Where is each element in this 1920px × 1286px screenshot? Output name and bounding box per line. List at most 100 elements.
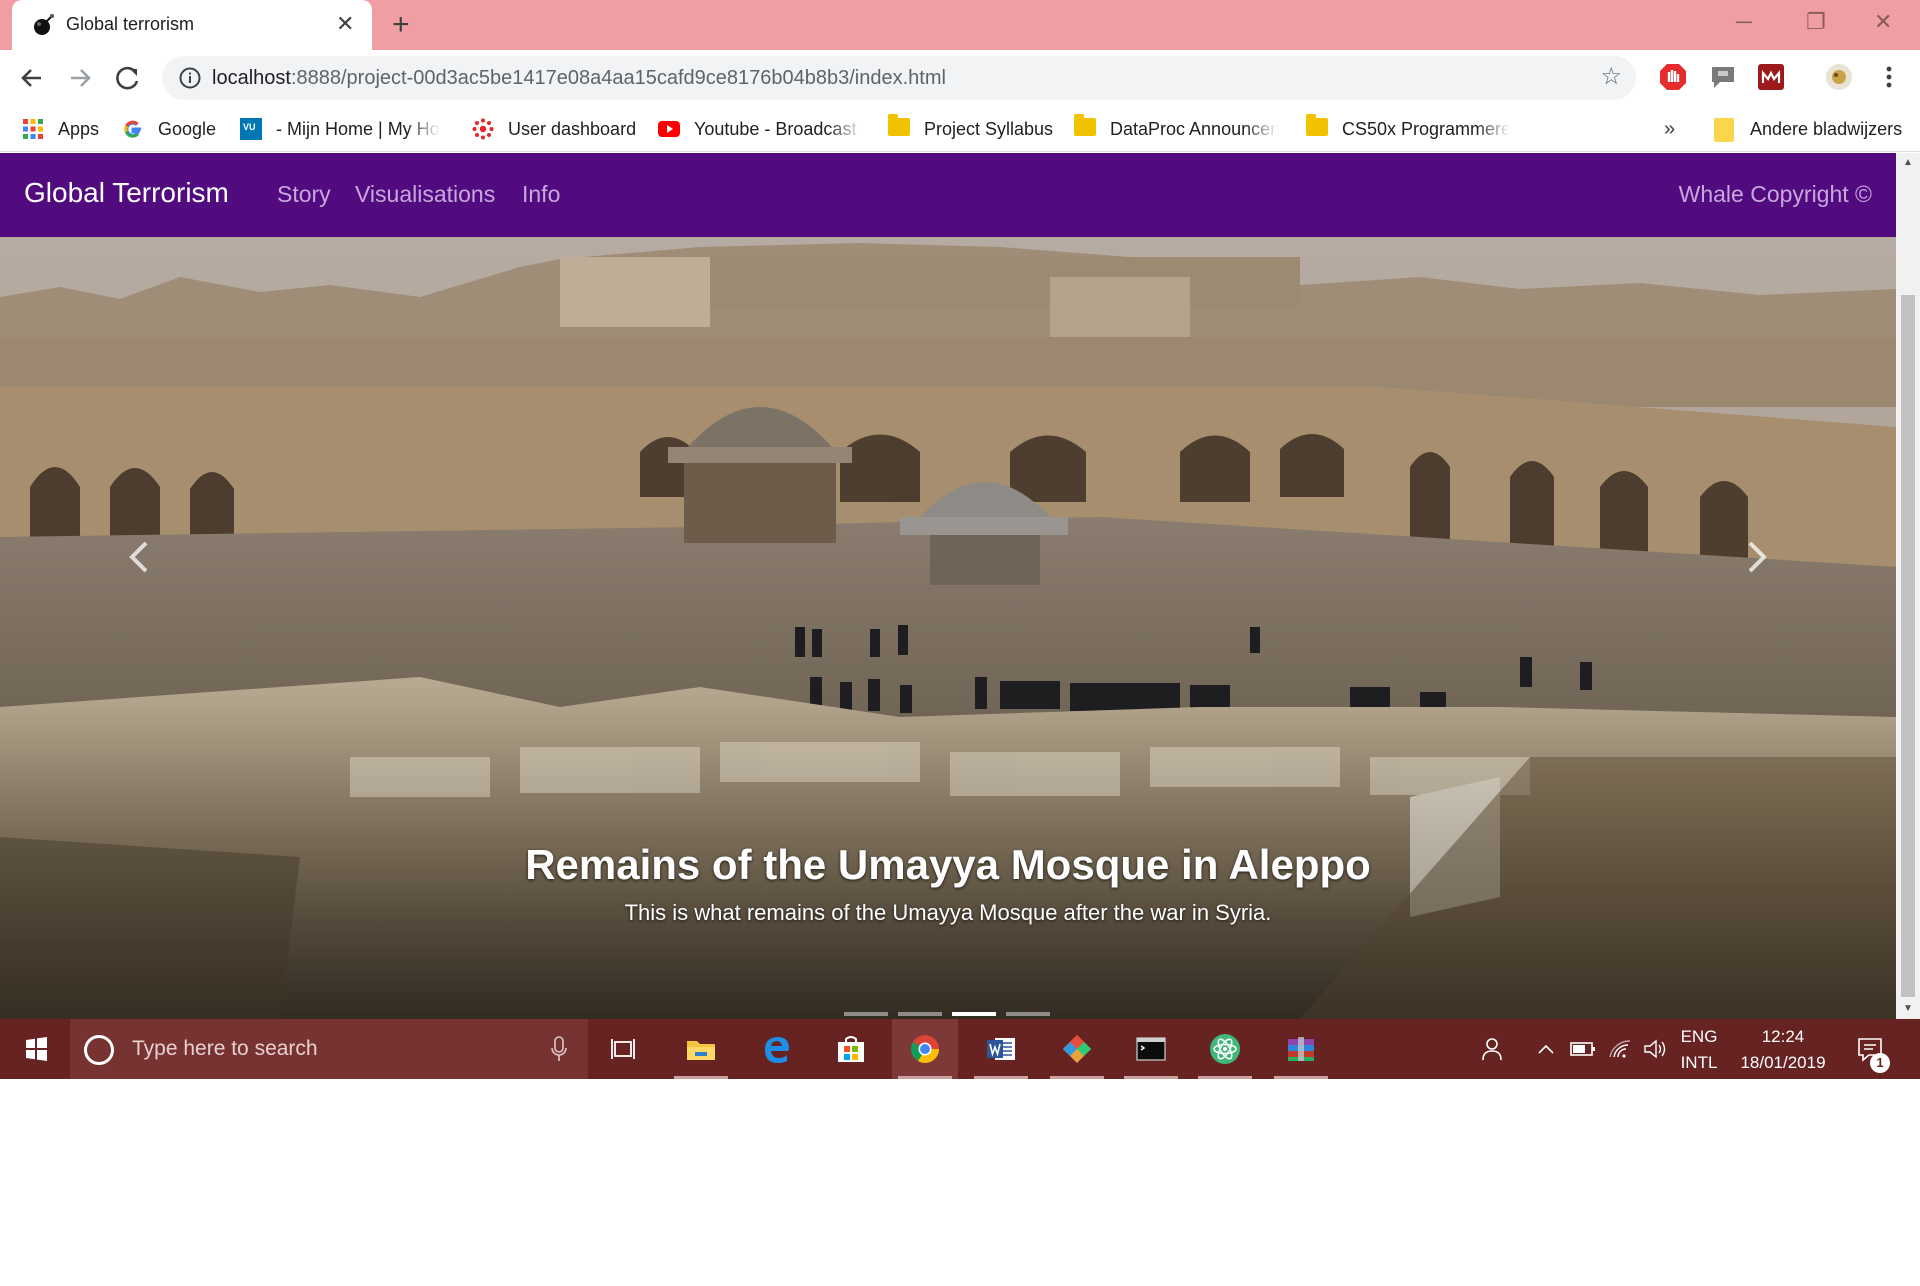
back-arrow-icon[interactable] — [14, 60, 50, 96]
site-copyright[interactable]: Whale Copyright © — [1679, 181, 1872, 208]
url-path: :8888/project-00d3ac5be1417e08a4aa15cafd… — [290, 67, 946, 89]
carousel-title: Remains of the Umayya Mosque in Aleppo — [525, 841, 1371, 888]
window-close-button[interactable]: ✕ — [1874, 8, 1892, 36]
wifi-icon[interactable] — [1608, 1037, 1632, 1061]
carousel-indicator[interactable] — [898, 1012, 942, 1016]
taskbar-search-box[interactable]: Type here to search — [70, 1019, 588, 1079]
bookmark-label: Andere bladwijzers — [1750, 118, 1903, 139]
taskbar-app-word[interactable] — [968, 1019, 1034, 1079]
folder-icon — [888, 114, 910, 140]
folder-icon — [687, 1041, 715, 1060]
carousel-indicators — [844, 1012, 1050, 1016]
bookmarks-bar: Apps Google VU - Mijn Home | My Ho User … — [0, 106, 1920, 152]
scroll-up-arrow-icon[interactable]: ▲ — [1896, 153, 1920, 173]
browser-tab-strip: Global terrorism ✕ + ─ ❐ ✕ — [0, 0, 1920, 50]
bookmark-label: Project Syllabus — [924, 118, 1054, 139]
word-icon — [987, 1038, 1015, 1060]
git-icon — [1063, 1035, 1091, 1063]
scrollbar-thumb[interactable] — [1901, 295, 1915, 997]
clock-date: 18/01/2019 — [1740, 1053, 1826, 1072]
taskbar-app-store[interactable] — [818, 1019, 884, 1079]
tab-title: Global terrorism — [66, 14, 195, 34]
carousel-indicator[interactable] — [1006, 1012, 1050, 1016]
bookmark-apps[interactable]: Apps — [22, 116, 99, 142]
taskbar-search-placeholder: Type here to search — [132, 1037, 318, 1060]
bookmark-dataproc[interactable]: DataProc Announcem — [1074, 114, 1278, 142]
url-text: localhost:8888/project-00d3ac5be1417e08a… — [212, 67, 946, 90]
carousel-indicator[interactable] — [844, 1012, 888, 1016]
windows-taskbar: Type here to search ENG INTL 12:24 18/01… — [0, 1019, 1920, 1079]
task-view-icon — [611, 1039, 635, 1059]
chevron-up-icon[interactable] — [1536, 1041, 1556, 1057]
input-language[interactable]: ENG INTL — [1676, 1019, 1722, 1079]
clock[interactable]: 12:24 18/01/2019 — [1728, 1019, 1838, 1079]
profile-avatar-icon[interactable] — [1824, 62, 1854, 92]
restore-button[interactable]: ❐ — [1806, 8, 1826, 36]
bookmark-user-dashboard[interactable]: User dashboard — [472, 116, 636, 142]
mendeley-extension-icon[interactable] — [1756, 62, 1786, 92]
browser-toolbar: localhost:8888/project-00d3ac5be1417e08a… — [0, 50, 1920, 106]
bookmark-mijn-home[interactable]: VU - Mijn Home | My Ho — [240, 116, 440, 142]
microphone-icon[interactable] — [550, 1035, 568, 1063]
page-scrollbar[interactable]: ▲ ▼ — [1896, 153, 1920, 1019]
adblock-extension-icon[interactable] — [1658, 62, 1688, 92]
reload-icon[interactable] — [110, 60, 146, 96]
bookmark-youtube[interactable]: Youtube - Broadcast Y — [658, 116, 862, 142]
bookmark-project-syllabus[interactable]: Project Syllabus — [888, 114, 1054, 142]
taskbar-app-terminal[interactable] — [1118, 1019, 1184, 1079]
taskbar-app-file-explorer[interactable] — [668, 1019, 734, 1079]
atom-icon — [1210, 1034, 1240, 1064]
bookmark-label: Youtube - Broadcast Y — [694, 118, 862, 139]
vu-logo-icon: VU — [240, 118, 262, 140]
taskbar-app-git[interactable] — [1044, 1019, 1110, 1079]
site-brand[interactable]: Global Terrorism — [24, 177, 229, 209]
battery-icon[interactable] — [1570, 1039, 1596, 1059]
nav-link-visualisations[interactable]: Visualisations — [355, 181, 495, 208]
youtube-icon — [658, 121, 680, 137]
taskbar-app-atom[interactable] — [1192, 1019, 1258, 1079]
taskbar-app-edge[interactable] — [744, 1019, 810, 1079]
cortana-icon — [84, 1035, 114, 1065]
taskbar-app-winrar[interactable] — [1268, 1019, 1334, 1079]
hero-carousel: Remains of the Umayya Mosque in Aleppo T… — [0, 237, 1896, 1019]
browser-tab[interactable]: Global terrorism ✕ — [12, 0, 372, 50]
taskbar-app-chrome[interactable] — [892, 1019, 958, 1079]
bookmark-google[interactable]: Google — [122, 116, 216, 142]
folder-icon — [1714, 118, 1736, 142]
forward-arrow-icon[interactable] — [62, 60, 98, 96]
volume-icon[interactable] — [1642, 1037, 1668, 1061]
address-bar[interactable]: localhost:8888/project-00d3ac5be1417e08a… — [162, 56, 1636, 100]
menu-dots-icon[interactable] — [1874, 62, 1904, 92]
carousel-next-icon[interactable] — [1726, 527, 1786, 587]
chat-extension-icon[interactable] — [1708, 62, 1738, 92]
nav-link-story[interactable]: Story — [277, 181, 331, 208]
blank-area — [0, 1079, 1920, 1286]
folder-icon — [1306, 114, 1328, 140]
bookmarks-overflow-chevron[interactable]: » — [1664, 116, 1675, 142]
page-viewport: Global Terrorism Story Visualisations In… — [0, 153, 1920, 1019]
carousel-prev-icon[interactable] — [110, 527, 170, 587]
bookmark-label: User dashboard — [508, 118, 637, 139]
windows-start-icon[interactable] — [14, 1033, 58, 1065]
carousel-indicator-active[interactable] — [952, 1012, 996, 1016]
other-bookmarks[interactable]: Andere bladwijzers — [1714, 116, 1902, 142]
keyboard-layout: INTL — [1680, 1053, 1718, 1072]
apps-grid-icon — [23, 119, 43, 139]
bookmark-star-icon[interactable]: ☆ — [1600, 64, 1622, 90]
terminal-icon — [1136, 1037, 1166, 1061]
tab-close-icon[interactable]: ✕ — [336, 12, 354, 36]
folder-icon — [1074, 114, 1096, 140]
scroll-down-arrow-icon[interactable]: ▼ — [1896, 999, 1920, 1019]
bomb-icon — [34, 14, 54, 35]
clock-time: 12:24 — [1761, 1027, 1805, 1046]
nav-link-info[interactable]: Info — [522, 181, 560, 208]
task-view-button[interactable] — [590, 1019, 656, 1079]
carousel-subtitle: This is what remains of the Umayya Mosqu… — [624, 900, 1272, 925]
people-icon[interactable] — [1480, 1035, 1504, 1063]
new-tab-button[interactable]: + — [392, 8, 410, 42]
minimize-button[interactable]: ─ — [1736, 8, 1752, 36]
info-icon[interactable] — [178, 66, 202, 90]
bookmark-label: DataProc Announcem — [1110, 118, 1278, 139]
google-icon — [124, 120, 141, 138]
bookmark-cs50x[interactable]: CS50x Programmeren — [1306, 114, 1510, 142]
